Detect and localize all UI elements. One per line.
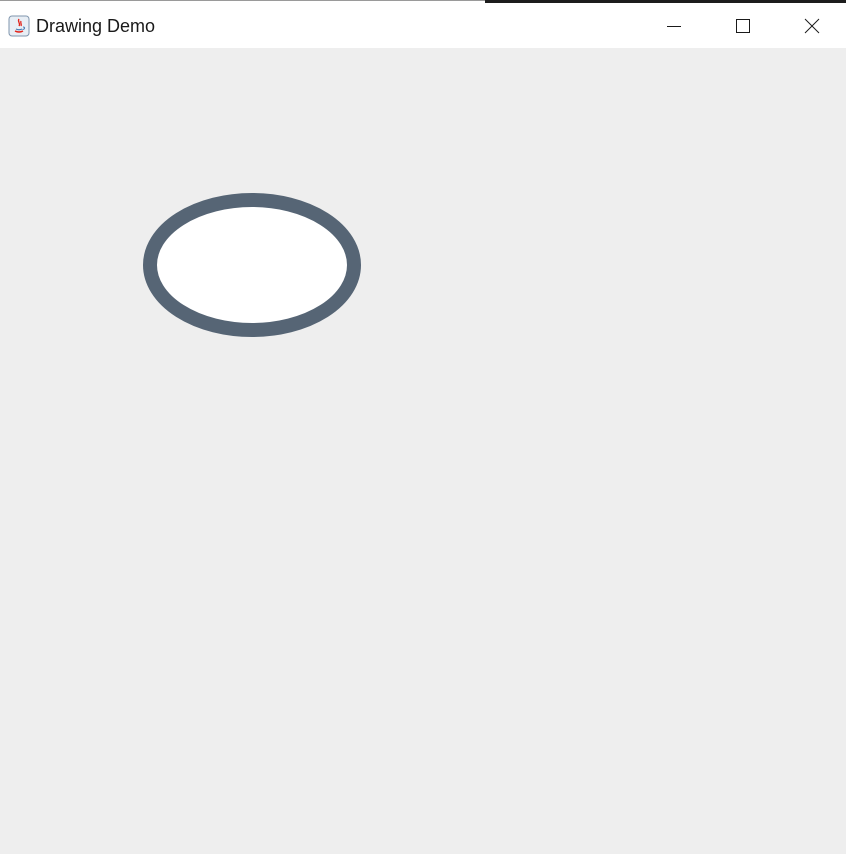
java-icon[interactable] [8,15,30,37]
drawing-canvas[interactable] [0,48,846,854]
close-button[interactable] [777,4,846,48]
minimize-button[interactable] [639,4,708,48]
maximize-icon [735,19,750,33]
window-controls [639,4,846,48]
maximize-button[interactable] [708,4,777,48]
close-icon [804,18,819,34]
title-bar[interactable]: Drawing Demo [0,4,846,48]
drawing-surface [143,193,361,337]
minimize-icon [666,26,681,27]
app-window: Drawing Demo [0,0,846,854]
window-title: Drawing Demo [36,15,156,36]
ellipse-shape [143,193,361,337]
